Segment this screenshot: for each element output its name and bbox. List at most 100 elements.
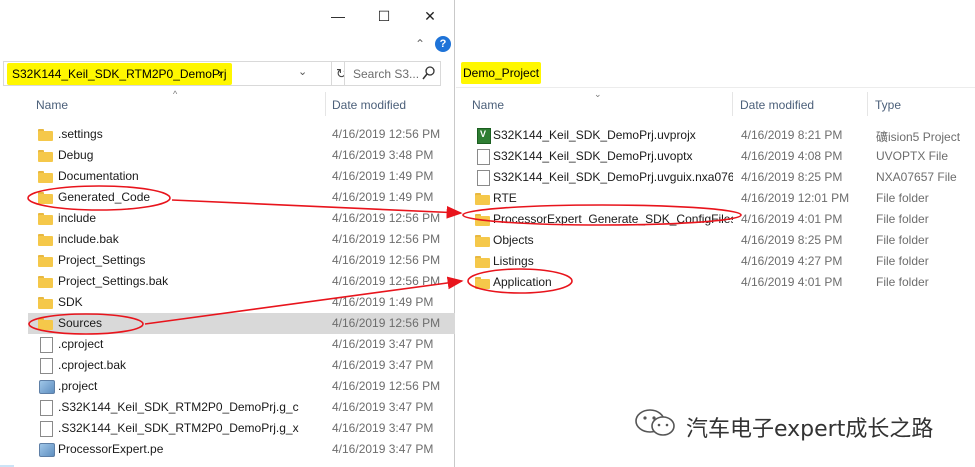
file-name: ProcessorExpert.pe [58,442,164,456]
address-path[interactable]: S32K144_Keil_SDK_RTM2P0_DemoPrj [12,67,227,81]
eclipse-project-icon [38,442,55,457]
address-path[interactable]: Demo_Project [463,66,539,80]
list-item[interactable]: SDK 4/16/2019 1:49 PM [28,292,455,313]
eclipse-project-icon [38,379,55,394]
folder-icon [475,191,491,206]
list-item[interactable]: ProcessorExpert_Generate_SDK_ConfigFiles… [456,209,975,230]
search-input[interactable]: Search S3... [344,61,441,86]
list-item[interactable]: Debug 4/16/2019 3:48 PM [28,145,455,166]
date-modified: 4/16/2019 8:21 PM [741,128,843,142]
date-modified: 4/16/2019 8:25 PM [741,233,843,247]
search-icon[interactable] [422,65,436,81]
list-item[interactable]: .settings 4/16/2019 12:56 PM [28,124,455,145]
file-name: S32K144_Keil_SDK_DemoPrj.uvprojx [493,128,696,142]
list-item[interactable]: include 4/16/2019 12:56 PM [28,208,455,229]
list-item[interactable]: Sources 4/16/2019 12:56 PM [28,313,455,334]
date-modified: 4/16/2019 12:56 PM [332,274,441,288]
list-item[interactable]: RTE 4/16/2019 12:01 PM File folder [456,188,975,209]
list-item[interactable]: Listings 4/16/2019 4:27 PM File folder [456,251,975,272]
date-modified: 4/16/2019 3:47 PM [332,442,434,456]
document-icon [38,400,54,416]
maximize-button[interactable]: ☐ [361,0,407,32]
list-item[interactable]: S32K144_Keil_SDK_DemoPrj.uvoptx 4/16/2019… [456,146,975,167]
watermark-text: 汽车电子expert成长之路 [686,417,934,442]
list-item[interactable]: S32K144_Keil_SDK_DemoPrj.uvguix.nxa076..… [456,167,975,188]
list-item[interactable]: Objects 4/16/2019 8:25 PM File folder [456,230,975,251]
file-name: .cproject.bak [58,358,127,372]
uvision-project-icon [475,128,491,144]
column-divider[interactable] [325,92,326,116]
folder-icon [38,274,54,289]
list-item[interactable]: Application 4/16/2019 4:01 PM File folder [456,272,975,293]
column-date-header[interactable]: Date modified [332,98,406,112]
date-modified: 4/16/2019 3:47 PM [332,358,434,372]
column-name-header[interactable]: Name [36,98,68,112]
list-item[interactable]: S32K144_Keil_SDK_DemoPrj.uvprojx 4/16/201… [456,125,975,146]
file-name: SDK [58,295,83,309]
date-modified: 4/16/2019 4:08 PM [741,149,843,163]
ribbon-expand-icon[interactable]: ⌃ [412,36,428,52]
date-modified: 4/16/2019 12:56 PM [332,379,441,393]
address-bar[interactable]: S32K144_Keil_SDK_RTM2P0_DemoPrj › ⌄ [3,61,332,86]
date-modified: 4/16/2019 1:49 PM [332,190,434,204]
column-type-header[interactable]: Type [875,98,901,112]
column-header: Name ^ Date modified [18,89,455,120]
column-divider[interactable] [867,92,868,116]
file-name: Generated_Code [58,190,151,204]
column-name-header[interactable]: Name [472,98,504,112]
list-item[interactable]: .project 4/16/2019 12:56 PM [28,376,455,397]
column-date-header[interactable]: Date modified [740,98,814,112]
chevron-right-icon[interactable]: › [218,66,222,80]
date-modified: 4/16/2019 12:56 PM [332,127,441,141]
document-icon [475,170,491,186]
document-icon [38,337,54,353]
list-item[interactable]: .cproject.bak 4/16/2019 3:47 PM [28,355,455,376]
file-name: .settings [58,127,103,141]
file-name: Project_Settings.bak [58,274,169,288]
list-item[interactable]: Generated_Code 4/16/2019 1:49 PM [28,187,455,208]
column-divider[interactable] [732,92,733,116]
close-button[interactable]: ✕ [407,0,453,32]
date-modified: 4/16/2019 4:01 PM [741,212,843,226]
help-icon[interactable]: ? [435,36,451,52]
list-item[interactable]: .S32K144_Keil_SDK_RTM2P0_DemoPrj.g_c 4/16… [28,397,455,418]
list-item[interactable]: Project_Settings.bak 4/16/2019 12:56 PM [28,271,455,292]
document-icon [38,421,54,437]
file-type: 礦ision5 Project [876,130,961,144]
watermark: 汽车电子expert成长之路 [632,407,962,442]
folder-icon [38,253,54,268]
folder-icon [38,127,54,142]
file-type: NXA07657 File [876,170,957,184]
list-item[interactable]: Documentation 4/16/2019 1:49 PM [28,166,455,187]
list-item[interactable]: include.bak 4/16/2019 12:56 PM [28,229,455,250]
minimize-button[interactable]: — [315,0,361,32]
date-modified: 4/16/2019 3:47 PM [332,337,434,351]
file-name: S32K144_Keil_SDK_DemoPrj.uvoptx [493,149,693,163]
folder-icon [475,212,491,227]
chevron-down-icon[interactable]: ⌄ [298,65,307,78]
file-type: File folder [876,191,929,205]
address-bar[interactable]: Demo_Project [456,60,975,88]
folder-icon [475,233,491,248]
left-explorer-window: — ☐ ✕ ⌃ ? S32K144_Keil_SDK_RTM2P0_DemoPr… [0,0,455,467]
date-modified: 4/16/2019 4:27 PM [741,254,843,268]
date-modified: 4/16/2019 12:56 PM [332,316,441,330]
date-modified: 4/16/2019 1:49 PM [332,169,434,183]
date-modified: 4/16/2019 8:25 PM [741,170,843,184]
column-header: Name ⌄ Date modified Type [456,89,975,120]
folder-icon [475,275,491,290]
list-item[interactable]: .cproject 4/16/2019 3:47 PM [28,334,455,355]
sort-icon: ⌄ [594,89,602,99]
list-item[interactable]: .S32K144_Keil_SDK_RTM2P0_DemoPrj.g_x 4/16… [28,418,455,439]
sort-ascending-icon: ^ [173,89,178,99]
ribbon-row: ⌃ ? [0,32,455,58]
date-modified: 4/16/2019 4:01 PM [741,275,843,289]
file-type: File folder [876,275,929,289]
file-name: .project [58,379,98,393]
document-icon [38,358,54,374]
date-modified: 4/16/2019 3:47 PM [332,400,434,414]
list-item[interactable]: Project_Settings 4/16/2019 12:56 PM [28,250,455,271]
list-item[interactable]: ProcessorExpert.pe 4/16/2019 3:47 PM [28,439,455,460]
search-placeholder: Search S3... [353,67,420,81]
file-name: Listings [493,254,534,268]
